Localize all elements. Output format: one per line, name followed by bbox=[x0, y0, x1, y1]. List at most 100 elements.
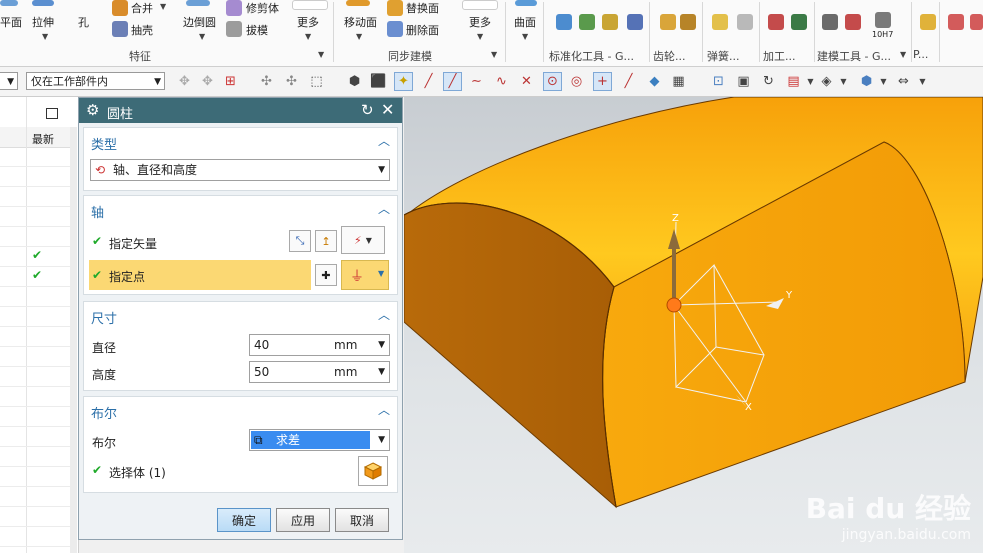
part-icon[interactable] bbox=[920, 14, 936, 30]
list-item[interactable] bbox=[0, 307, 70, 327]
draft-button[interactable]: 拔模 bbox=[246, 22, 268, 38]
diameter-input[interactable]: 40 mm ▼ bbox=[249, 334, 390, 356]
group-expand-icon[interactable]: ▼ bbox=[491, 50, 497, 59]
list-item[interactable] bbox=[0, 447, 70, 467]
render-style-icon[interactable]: ◈ bbox=[818, 73, 835, 90]
select-icon[interactable]: ✥ bbox=[176, 73, 193, 90]
list-item[interactable]: ✔ bbox=[0, 267, 70, 287]
list-item[interactable] bbox=[0, 487, 70, 507]
sketch-icon[interactable] bbox=[948, 14, 964, 30]
delete-face-button[interactable]: 删除面 bbox=[406, 22, 439, 38]
point-icon[interactable]: ✣ bbox=[258, 73, 275, 90]
sketch-icon[interactable] bbox=[970, 14, 983, 30]
vector-dialog-button[interactable]: ↥ bbox=[315, 230, 337, 252]
list-item[interactable] bbox=[0, 347, 70, 367]
more-button-2[interactable]: 更多 bbox=[469, 14, 491, 30]
select-body-button[interactable] bbox=[358, 456, 388, 486]
draft-icon[interactable] bbox=[226, 21, 242, 37]
graphics-viewport[interactable]: Z Y X Bai du 经验 jingyan.baidu.com bbox=[404, 97, 983, 553]
more-icon[interactable] bbox=[462, 0, 498, 10]
rect-select-icon[interactable]: ⬚ bbox=[308, 73, 325, 90]
edge-blend-button[interactable]: 边倒圆 bbox=[183, 14, 216, 30]
origin-point-handle[interactable] bbox=[666, 297, 682, 313]
group-expand-icon[interactable]: ▼ bbox=[900, 50, 906, 59]
delete-face-icon[interactable] bbox=[387, 21, 403, 37]
ok-button[interactable]: 确定 bbox=[217, 508, 271, 532]
build-tool-icon[interactable] bbox=[845, 14, 861, 30]
chevron-down-icon[interactable]: ▼ bbox=[875, 73, 892, 90]
replace-face-icon[interactable] bbox=[387, 0, 403, 16]
list-item[interactable] bbox=[0, 527, 70, 547]
chevron-down-icon[interactable]: ▼ bbox=[835, 73, 852, 90]
view-fit-icon[interactable]: ⊡ bbox=[710, 73, 727, 90]
quadrant-icon[interactable]: ◎ bbox=[568, 73, 585, 90]
solid-icon[interactable]: ⬢ bbox=[346, 73, 363, 90]
list-item[interactable] bbox=[0, 327, 70, 347]
orient-icon[interactable]: ▤ bbox=[785, 73, 802, 90]
machining-icon[interactable] bbox=[768, 14, 784, 30]
snap-end-icon[interactable]: ✦ bbox=[394, 72, 413, 91]
edge-blend-icon[interactable] bbox=[186, 0, 210, 6]
section-icon[interactable]: ⇔ bbox=[895, 73, 912, 90]
spline-icon[interactable]: ∿ bbox=[493, 73, 510, 90]
chevron-down-icon[interactable]: ▼ bbox=[305, 32, 311, 41]
group-expand-icon[interactable]: ▼ bbox=[318, 50, 324, 59]
std-part-icon[interactable] bbox=[579, 14, 595, 30]
apply-button[interactable]: 应用 bbox=[276, 508, 330, 532]
center-icon[interactable]: ⊙ bbox=[543, 72, 562, 91]
shade-icon[interactable]: ⬢ bbox=[858, 73, 875, 90]
line-icon[interactable]: ╱ bbox=[443, 72, 462, 91]
collapse-icon[interactable]: ︿ bbox=[378, 401, 390, 418]
spring-icon[interactable] bbox=[737, 14, 753, 30]
surface-button[interactable]: 曲面 bbox=[514, 14, 536, 30]
select-icon[interactable]: ✥ bbox=[199, 73, 216, 90]
gear-icon[interactable] bbox=[680, 14, 696, 30]
list-item[interactable] bbox=[0, 387, 70, 407]
chevron-down-icon[interactable]: ▼ bbox=[160, 2, 166, 11]
surface-icon[interactable] bbox=[515, 0, 537, 6]
chevron-down-icon[interactable]: ▼ bbox=[477, 32, 483, 41]
chevron-down-icon[interactable]: ▼ bbox=[378, 335, 385, 355]
tolerance-icon[interactable] bbox=[875, 12, 891, 28]
spring-icon[interactable] bbox=[712, 14, 728, 30]
replace-face-button[interactable]: 替换面 bbox=[406, 0, 439, 16]
trim-body-icon[interactable] bbox=[226, 0, 242, 16]
snap-icon[interactable]: ⊞ bbox=[222, 73, 239, 90]
std-part-icon[interactable] bbox=[627, 14, 643, 30]
body-icon[interactable]: ⬛ bbox=[370, 73, 387, 90]
type-filter-combo[interactable]: ▼ bbox=[0, 72, 18, 90]
list-item[interactable]: ✔ bbox=[0, 247, 70, 267]
more-button[interactable]: 更多 bbox=[297, 14, 319, 30]
list-item[interactable] bbox=[0, 467, 70, 487]
extrude-icon[interactable] bbox=[32, 0, 54, 6]
list-item[interactable] bbox=[0, 227, 70, 247]
chevron-down-icon[interactable]: ▼ bbox=[42, 32, 48, 41]
chevron-down-icon[interactable]: ▼ bbox=[802, 73, 819, 90]
build-tool-icon[interactable] bbox=[822, 14, 838, 30]
combine-icon[interactable] bbox=[112, 0, 128, 16]
diameter-unit[interactable]: mm bbox=[334, 335, 357, 355]
shell-button[interactable]: 抽壳 bbox=[131, 22, 153, 38]
trim-body-button[interactable]: 修剪体 bbox=[246, 0, 279, 16]
type-select[interactable]: ⟲ 轴、直径和高度 ▼ bbox=[90, 159, 390, 181]
combine-button[interactable]: 合并 bbox=[131, 0, 153, 16]
collapse-icon[interactable]: ︿ bbox=[378, 200, 390, 217]
cancel-button[interactable]: 取消 bbox=[335, 508, 389, 532]
list-item[interactable] bbox=[0, 167, 70, 187]
height-input[interactable]: 50 mm ▼ bbox=[249, 361, 390, 383]
move-face-icon[interactable] bbox=[346, 0, 370, 6]
chevron-down-icon[interactable]: ▼ bbox=[356, 32, 362, 41]
line-icon[interactable]: ╱ bbox=[420, 73, 437, 90]
more-icon[interactable] bbox=[292, 0, 328, 10]
collapse-icon[interactable]: ︿ bbox=[378, 306, 390, 323]
intersect-icon[interactable]: ✕ bbox=[518, 73, 535, 90]
list-item[interactable] bbox=[0, 187, 70, 207]
plane-button[interactable]: 平面 bbox=[0, 14, 22, 30]
list-item[interactable] bbox=[0, 287, 70, 307]
chevron-down-icon[interactable]: ▼ bbox=[914, 73, 931, 90]
line-icon[interactable]: ╱ bbox=[620, 73, 637, 90]
gear-icon[interactable] bbox=[660, 14, 676, 30]
dialog-title-bar[interactable]: ⚙ 圆柱 ↻ ✕ bbox=[79, 98, 402, 123]
model-view[interactable] bbox=[404, 97, 983, 553]
point-icon[interactable]: ✣ bbox=[283, 73, 300, 90]
